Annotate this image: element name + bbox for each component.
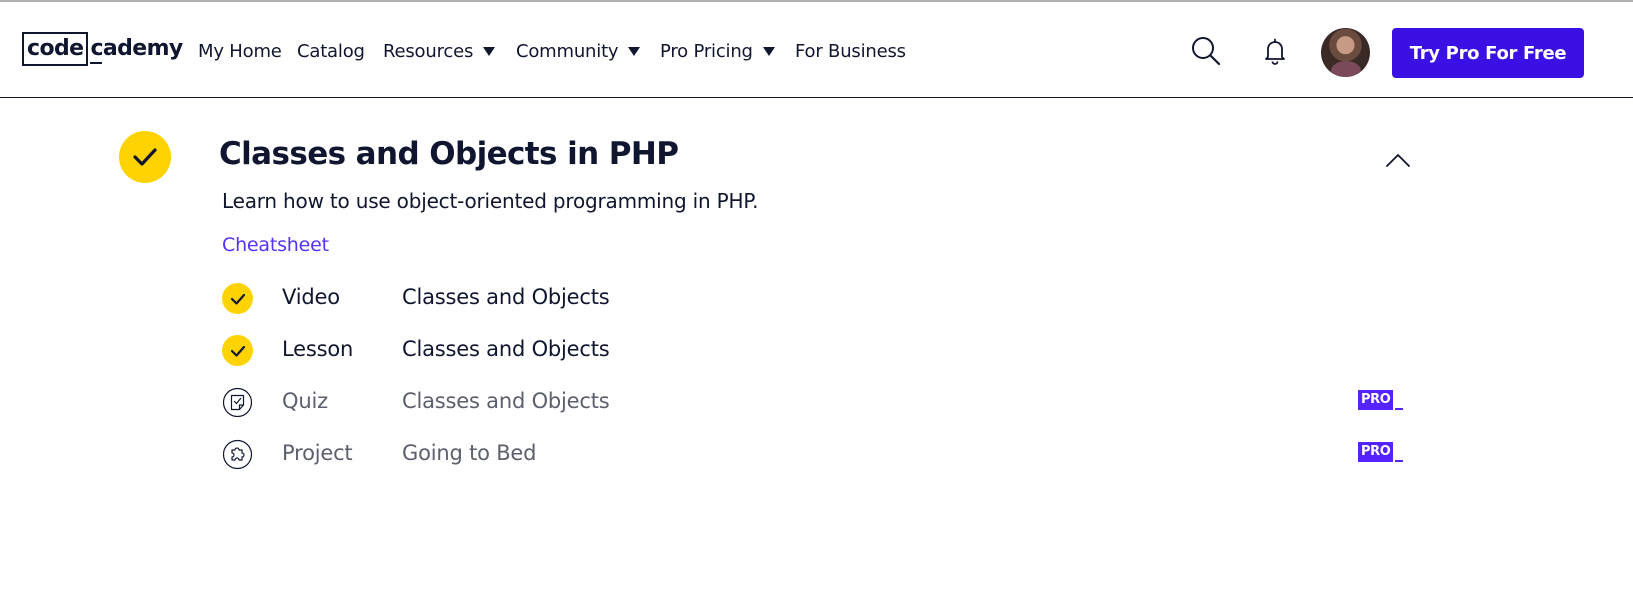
pro-badge-underline — [1395, 408, 1404, 410]
nav-community[interactable]: Community — [516, 28, 641, 74]
item-name: Classes and Objects — [402, 389, 610, 413]
nav-label: Pro Pricing — [660, 40, 753, 62]
module-description: Learn how to use object-oriented program… — [222, 189, 759, 213]
logo-code: code — [22, 32, 89, 66]
checkmark-icon — [133, 148, 157, 166]
module-title: Classes and Objects in PHP — [219, 136, 679, 172]
pro-badge-underline — [1395, 460, 1404, 462]
item-name: Classes and Objects — [402, 285, 610, 309]
puzzle-icon — [222, 439, 253, 470]
site-header: code cademy My Home Catalog Resources Com… — [0, 2, 1633, 98]
bell-icon — [1265, 38, 1285, 65]
checkmark-icon — [230, 293, 245, 305]
avatar[interactable] — [1321, 28, 1370, 77]
caret-down-icon — [628, 46, 641, 56]
pro-badge: PRO — [1358, 390, 1404, 410]
list-item-quiz[interactable]: Quiz Classes and Objects PRO — [222, 383, 1412, 423]
item-type: Quiz — [282, 389, 328, 413]
try-pro-button[interactable]: Try Pro For Free — [1392, 28, 1584, 78]
nav-label: For Business — [795, 40, 906, 62]
logo-cademy: cademy — [88, 32, 183, 66]
completed-check — [222, 283, 253, 314]
caret-down-icon — [483, 46, 496, 56]
chevron-up-icon[interactable] — [1385, 148, 1411, 174]
nav-label: My Home — [198, 40, 282, 62]
caret-down-icon — [762, 46, 775, 56]
nav-my-home[interactable]: My Home — [198, 28, 282, 74]
list-item-video[interactable]: Video Classes and Objects — [222, 279, 1412, 319]
list-item-lesson[interactable]: Lesson Classes and Objects — [222, 331, 1412, 371]
quiz-icon — [222, 387, 253, 418]
pro-badge-label: PRO — [1358, 390, 1394, 410]
completed-check — [222, 335, 253, 366]
nav-label: Resources — [383, 40, 474, 62]
checkmark-icon — [230, 345, 245, 357]
nav-resources[interactable]: Resources — [383, 28, 496, 74]
module-complete-check — [119, 131, 171, 183]
nav-label: Community — [516, 40, 619, 62]
item-type: Video — [282, 285, 340, 309]
nav-for-business[interactable]: For Business — [795, 28, 906, 74]
pro-badge: PRO — [1358, 442, 1404, 462]
cheatsheet-link[interactable]: Cheatsheet — [222, 234, 329, 256]
nav-pro-pricing[interactable]: Pro Pricing — [660, 28, 775, 74]
item-name: Classes and Objects — [402, 337, 610, 361]
nav-catalog[interactable]: Catalog — [297, 28, 365, 74]
search-button[interactable] — [1186, 31, 1226, 71]
nav-label: Catalog — [297, 40, 365, 62]
quiz-status — [222, 387, 253, 418]
search-icon — [1192, 37, 1221, 66]
list-item-project[interactable]: Project Going to Bed PRO — [222, 435, 1412, 475]
codecademy-logo[interactable]: code cademy — [22, 32, 183, 66]
pro-badge-label: PRO — [1358, 442, 1394, 462]
notifications-button[interactable] — [1255, 31, 1295, 71]
item-name: Going to Bed — [402, 441, 537, 465]
project-status — [222, 439, 253, 470]
item-type: Lesson — [282, 337, 354, 361]
item-type: Project — [282, 441, 353, 465]
